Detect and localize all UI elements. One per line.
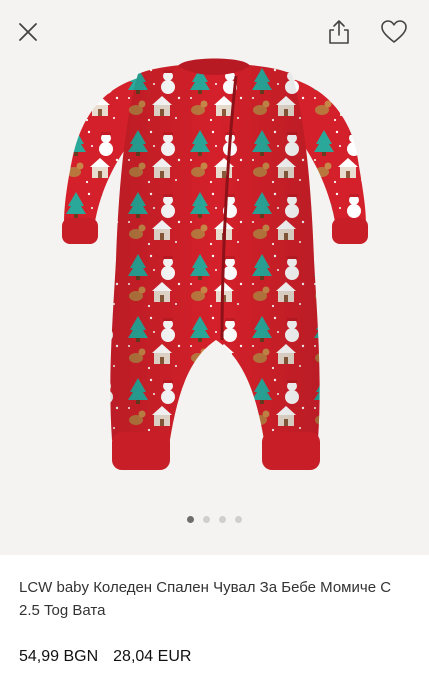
image-pager[interactable]: [0, 512, 429, 526]
pager-dot-4[interactable]: [235, 515, 242, 523]
price-row: 54,99 BGN 28,04 EUR: [19, 648, 191, 666]
product-photo: [0, 40, 429, 510]
product-info: LCW baby Коледен Спален Чувал За Бебе Мо…: [19, 576, 414, 622]
pager-dot-1[interactable]: [187, 515, 194, 523]
pager-dot-2[interactable]: [203, 515, 210, 523]
romper-image: [62, 58, 368, 470]
price-eur: 28,04 EUR: [113, 648, 192, 665]
product-title: LCW baby Коледен Спален Чувал За Бебе Мо…: [19, 579, 392, 619]
pager-dot-3[interactable]: [219, 515, 226, 523]
product-image-gallery[interactable]: [0, 0, 429, 555]
price-bgn: 54,99 BGN: [19, 648, 99, 665]
